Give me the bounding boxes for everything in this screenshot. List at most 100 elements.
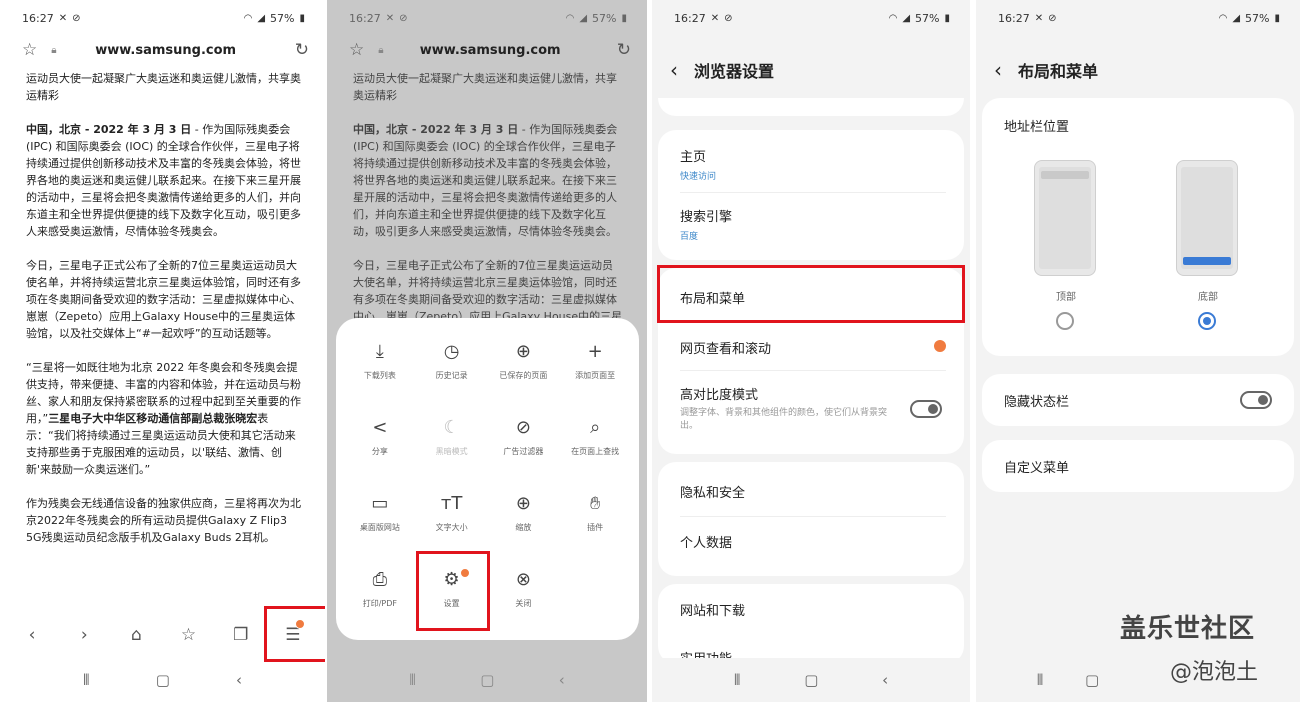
back-arrow-icon[interactable]: ‹ bbox=[994, 58, 1002, 82]
radio-top[interactable] bbox=[1056, 312, 1074, 330]
home-nav-icon[interactable]: ▢ bbox=[480, 671, 494, 689]
home-icon[interactable]: ⌂ bbox=[118, 625, 154, 645]
home-nav-icon[interactable]: ▢ bbox=[1085, 671, 1099, 689]
menu-item-label: 已保存的页面 bbox=[499, 371, 548, 380]
setting-label: 主页 bbox=[680, 150, 707, 165]
menu-item-share[interactable]: < 分享 bbox=[344, 416, 416, 492]
menu-item-label: 关闭 bbox=[515, 599, 532, 608]
nfc-icon: ✕ bbox=[58, 12, 68, 24]
wifi-icon: ◠ bbox=[888, 12, 898, 24]
forward-icon[interactable]: › bbox=[66, 625, 102, 645]
setting-label: 自定义菜单 bbox=[1004, 461, 1070, 476]
find-icon: ⌕ bbox=[590, 417, 601, 438]
setting-page-scroll[interactable]: 网页查看和滚动 bbox=[680, 338, 946, 357]
menu-item-history[interactable]: ◷ 历史记录 bbox=[416, 340, 488, 416]
menu-item-zoom[interactable]: ⊕ 缩放 bbox=[488, 492, 560, 568]
bookmark-star-icon[interactable]: ☆ bbox=[22, 40, 37, 60]
setting-search-engine[interactable]: 搜索引擎 百度 bbox=[680, 206, 946, 242]
bookmark-star-icon: ☆ bbox=[349, 40, 365, 60]
radio-bottom[interactable] bbox=[1198, 312, 1216, 330]
zoom-icon: ⊕ bbox=[515, 493, 531, 514]
setting-description: 调整字体、背景和其他组件的颜色，使它们从背景突出。 bbox=[680, 408, 888, 431]
setting-label: 高对比度模式 bbox=[680, 388, 759, 403]
status-bar: 16:27 ✕ ⊘ ◠ ◢ 57% ▮ bbox=[0, 0, 325, 36]
menu-item-downloads[interactable]: ⤓ 下载列表 bbox=[344, 340, 416, 416]
nfc-icon: ✕ bbox=[710, 12, 720, 24]
moon-icon: ☾ bbox=[443, 417, 460, 438]
text-size-icon: ᴛT bbox=[440, 493, 463, 514]
saved-pages-icon: ⊕ bbox=[515, 341, 531, 362]
home-nav-icon[interactable]: ▢ bbox=[804, 671, 818, 689]
menu-item-label: 桌面版网站 bbox=[359, 523, 400, 532]
menu-item-ad-blocker[interactable]: ⊘ 广告过滤器 bbox=[488, 416, 560, 492]
setting-high-contrast[interactable]: 高对比度模式 调整字体、背景和其他组件的颜色，使它们从背景突出。 bbox=[680, 384, 904, 433]
setting-value: 百度 bbox=[680, 232, 699, 242]
system-nav-bar: ⦀ ▢ ‹ bbox=[327, 658, 647, 702]
high-contrast-toggle[interactable] bbox=[910, 400, 942, 418]
highlight-settings bbox=[416, 551, 490, 631]
system-nav-bar: ⦀ ▢ ‹ bbox=[0, 658, 325, 702]
reload-icon: ↻ bbox=[616, 40, 631, 60]
recents-icon[interactable]: ⦀ bbox=[409, 671, 416, 689]
address-bar[interactable]: ☆ 🔒︎ www.samsung.com ↻ bbox=[0, 36, 325, 64]
article-paragraph: 运动员大使一起凝聚广大奥运迷和奥运健儿激情，共享奥运精彩 bbox=[353, 72, 617, 102]
battery-icon: ▮ bbox=[1274, 12, 1280, 24]
back-nav-icon[interactable]: ‹ bbox=[236, 671, 242, 689]
share-icon: < bbox=[372, 417, 388, 438]
menu-item-plugins[interactable]: ✋︎ 插件 bbox=[559, 492, 631, 568]
signal-icon: ◢ bbox=[1232, 12, 1241, 24]
setting-personal-data[interactable]: 个人数据 bbox=[680, 532, 946, 551]
preview-bottom-bar bbox=[1183, 257, 1231, 265]
menu-item-dark-mode[interactable]: ☾ 黑暗模式 bbox=[416, 416, 488, 492]
panel-menu: 16:27 ✕ ⊘ ◠ ◢ 57% ▮ ☆ 🔒︎ www.samsung.com ↻ 运动… bbox=[327, 0, 647, 702]
menu-item-add-page[interactable]: + 添加页面至 bbox=[559, 340, 631, 416]
reload-icon[interactable]: ↻ bbox=[295, 40, 309, 60]
recents-icon[interactable]: ⦀ bbox=[734, 671, 741, 689]
status-time: 16:27 bbox=[998, 11, 1030, 25]
back-nav-icon[interactable]: ‹ bbox=[559, 671, 565, 689]
nfc-icon: ✕ bbox=[385, 12, 395, 24]
battery-level: 57% bbox=[592, 11, 617, 25]
back-icon[interactable]: ‹ bbox=[14, 625, 50, 645]
signal-icon: ◢ bbox=[579, 12, 588, 24]
custom-menu-card: 自定义菜单 bbox=[982, 440, 1294, 492]
menu-item-close[interactable]: ⊗ 关闭 bbox=[488, 568, 560, 644]
panel-browser: 16:27 ✕ ⊘ ◠ ◢ 57% ▮ ☆ 🔒︎ www.samsung.com ↻ 运动… bbox=[0, 0, 325, 702]
article-dateline: 中国，北京 - 2022 年 3 月 3 日 bbox=[26, 123, 192, 136]
setting-sites-downloads[interactable]: 网站和下载 bbox=[680, 600, 946, 619]
url-text[interactable]: www.samsung.com bbox=[57, 43, 275, 58]
recents-icon[interactable]: ⦀ bbox=[1037, 671, 1044, 689]
tabs-icon[interactable]: ❐ bbox=[223, 625, 259, 645]
setting-hide-status-bar[interactable]: 隐藏状态栏 bbox=[1004, 391, 1276, 410]
highlight-layout-menu bbox=[657, 265, 965, 323]
block-icon: ⊘ bbox=[515, 417, 531, 438]
history-icon: ◷ bbox=[443, 341, 460, 362]
menu-item-print[interactable]: ⎙ 打印/PDF bbox=[344, 568, 416, 644]
battery-level: 57% bbox=[1245, 11, 1270, 25]
setting-privacy[interactable]: 隐私和安全 bbox=[680, 482, 946, 501]
article-paragraph: “三星将一如既往地为北京 2022 年冬奥会和冬残奥会提供支持，带来便捷、丰富的… bbox=[26, 359, 301, 478]
back-arrow-icon[interactable]: ‹ bbox=[670, 58, 678, 82]
bookmarks-icon[interactable]: ☆ bbox=[171, 625, 207, 645]
panel-layout-menu: 16:27 ✕ ⊘ ◠ ◢ 57% ▮ ‹ 布局和菜单 地址栏位置 顶部 底部 隐藏状态栏… bbox=[976, 0, 1300, 702]
preview-bottom[interactable] bbox=[1176, 160, 1238, 276]
recents-icon[interactable]: ⦀ bbox=[83, 671, 90, 689]
hide-status-bar-toggle[interactable] bbox=[1240, 391, 1272, 409]
dnd-icon: ⊘ bbox=[724, 12, 733, 24]
setting-home[interactable]: 主页 快速访问 bbox=[680, 146, 946, 182]
menu-item-label: 文字大小 bbox=[435, 523, 468, 532]
article-paragraph: 运动员大使一起凝聚广大奥运迷和奥运健儿激情，共享奥运精彩 bbox=[26, 72, 301, 102]
menu-item-label: 在页面上查找 bbox=[571, 447, 620, 456]
menu-item-find-on-page[interactable]: ⌕ 在页面上查找 bbox=[559, 416, 631, 492]
page-title-text: 浏览器设置 bbox=[694, 62, 775, 81]
setting-custom-menu[interactable]: 自定义菜单 bbox=[1004, 457, 1276, 476]
preview-top[interactable] bbox=[1034, 160, 1096, 276]
setting-label: 网页查看和滚动 bbox=[680, 342, 772, 357]
status-time: 16:27 bbox=[22, 11, 54, 25]
back-nav-icon[interactable]: ‹ bbox=[882, 671, 888, 689]
home-nav-icon[interactable]: ▢ bbox=[156, 671, 170, 689]
menu-item-desktop-site[interactable]: ▭ 桌面版网站 bbox=[344, 492, 416, 568]
divider bbox=[680, 192, 946, 193]
status-time: 16:27 bbox=[674, 11, 706, 25]
menu-item-saved-pages[interactable]: ⊕ 已保存的页面 bbox=[488, 340, 560, 416]
